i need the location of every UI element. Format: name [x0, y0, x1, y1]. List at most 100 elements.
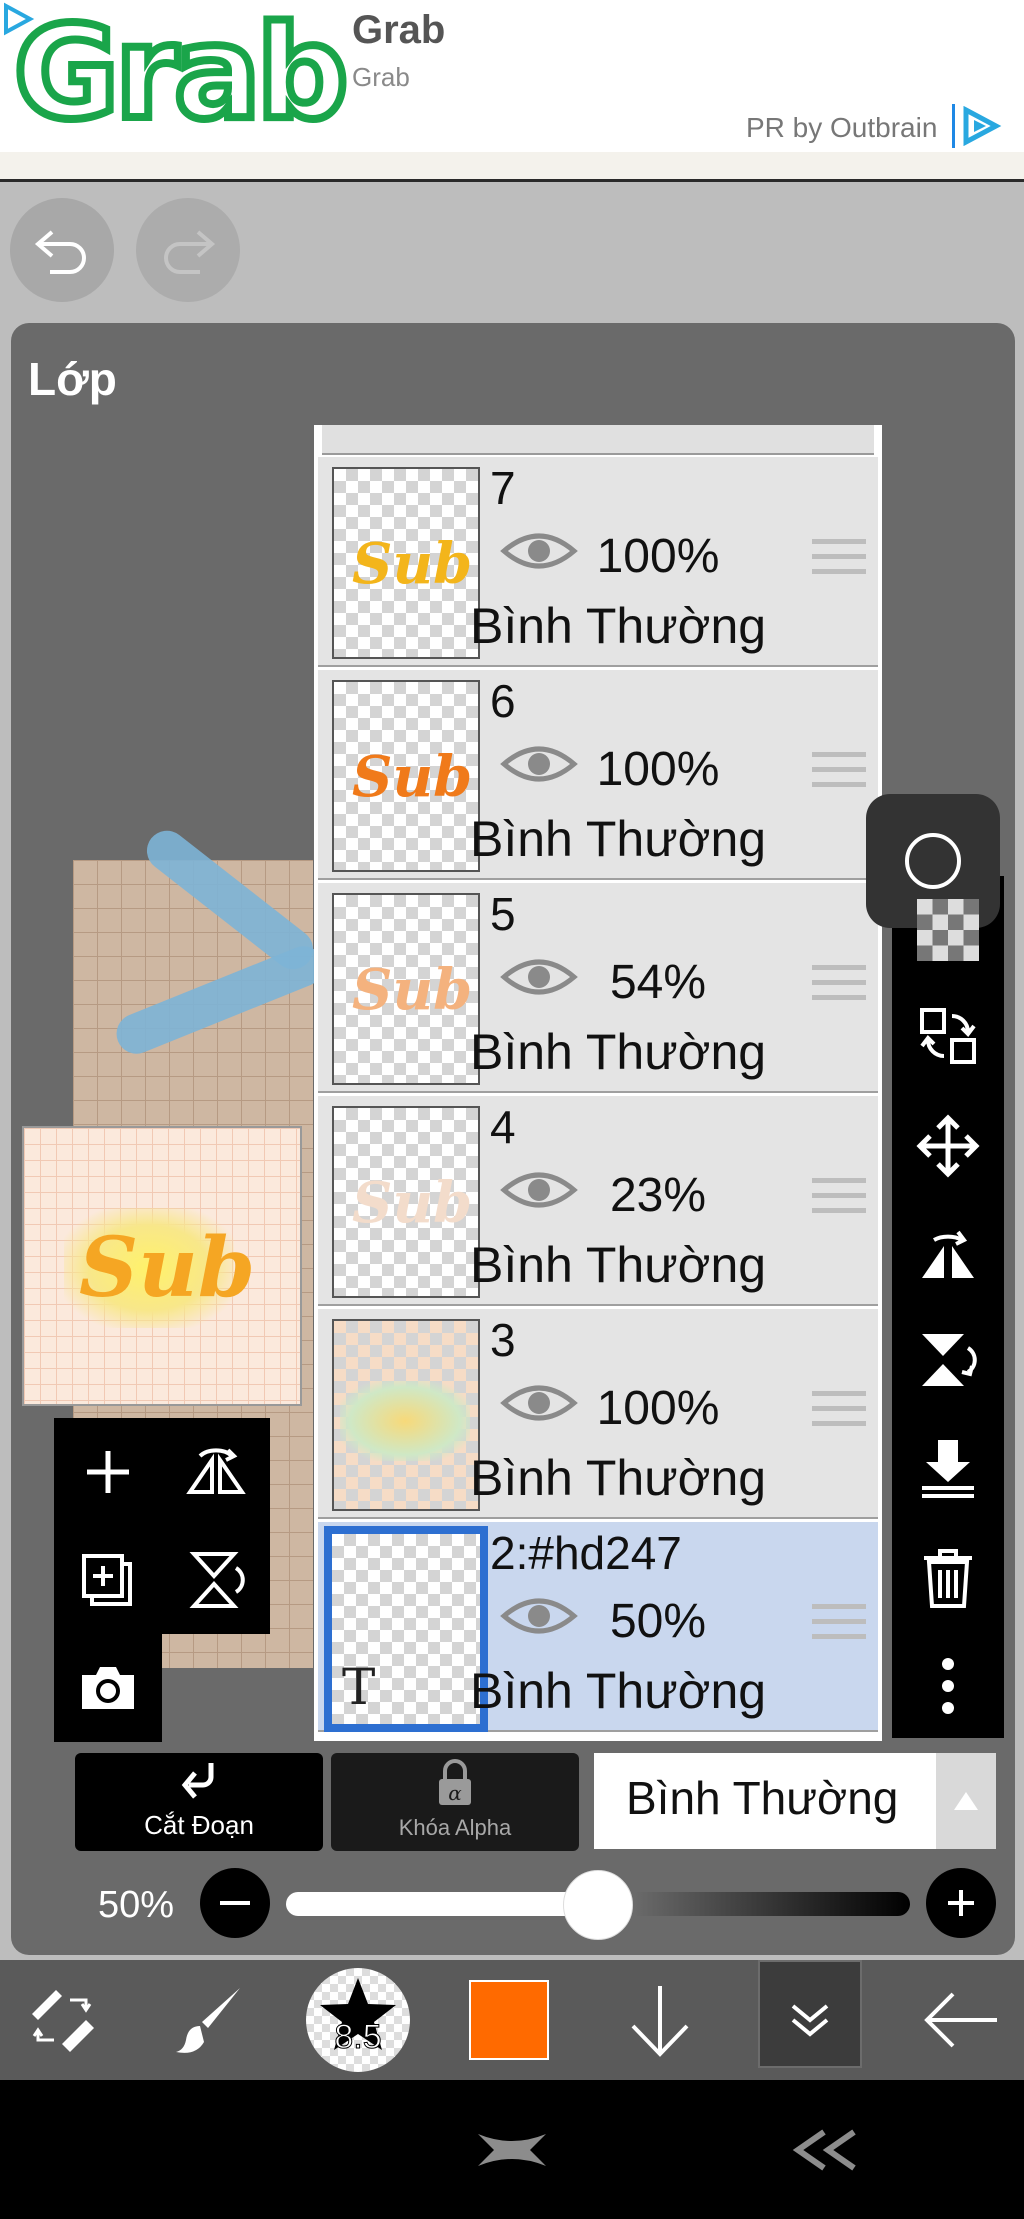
color-swatch: [469, 1980, 549, 2060]
system-navigation-bar: [0, 2080, 1024, 2219]
layer-row[interactable]: Sub 5 54% Bình Thường: [318, 883, 878, 1093]
brush-size-button[interactable]: 8.5: [306, 1960, 410, 2080]
layer-blend-mode[interactable]: Bình Thường: [470, 810, 766, 868]
opacity-slider-thumb[interactable]: [563, 1870, 633, 1940]
camera-icon: [82, 1667, 134, 1709]
add-layer-button[interactable]: [54, 1418, 162, 1526]
layer-thumbnail[interactable]: Sub: [332, 893, 480, 1085]
move-down-button[interactable]: [612, 1960, 708, 2080]
more-options-button[interactable]: [892, 1646, 1004, 1726]
ad-separator: [952, 104, 955, 148]
flip-vertical-side-button[interactable]: [892, 1320, 1004, 1400]
flip-horizontal-side-button[interactable]: [892, 1214, 1004, 1294]
flip-horizontal-icon: [186, 1448, 246, 1494]
selection-tool-button[interactable]: [12, 1960, 112, 2080]
dismiss-icon[interactable]: [472, 2128, 552, 2172]
delete-layer-button[interactable]: [892, 1538, 1004, 1618]
ad-title[interactable]: Grab: [352, 8, 445, 53]
flip-horizontal-button[interactable]: [162, 1418, 270, 1526]
layer-opacity: 50%: [609, 1595, 707, 1648]
flip-horizontal-icon: [922, 1230, 974, 1278]
layer-thumbnail[interactable]: Sub: [332, 680, 480, 872]
layer-thumbnail[interactable]: [332, 1319, 480, 1511]
blend-mode-select[interactable]: Bình Thường: [594, 1753, 936, 1849]
eye-icon[interactable]: [500, 527, 578, 575]
eye-icon[interactable]: [500, 740, 578, 788]
transform-icon: [920, 1008, 976, 1064]
brush-size-value: 8.5: [334, 2018, 382, 2057]
ad-banner[interactable]: Grab Grab Grab PR by Outbrain: [0, 0, 1024, 152]
layer-opacity: 100%: [596, 530, 720, 583]
more-vertical-icon: [942, 1658, 954, 1714]
drag-handle-icon[interactable]: [812, 752, 866, 797]
drag-handle-icon[interactable]: [812, 539, 866, 584]
arrow-left-icon: [924, 1992, 997, 2048]
ad-pr-label[interactable]: PR by Outbrain: [746, 112, 937, 144]
layers-button[interactable]: [758, 1960, 862, 2080]
move-button[interactable]: [892, 1106, 1004, 1186]
clipping-button[interactable]: Cắt Đoạn: [75, 1753, 323, 1851]
duplicate-icon: [82, 1554, 132, 1606]
layer-blend-mode[interactable]: Bình Thường: [470, 597, 766, 655]
drag-handle-icon[interactable]: [812, 1604, 866, 1649]
flip-vertical-button[interactable]: [162, 1526, 270, 1634]
layer-thumbnail[interactable]: T: [324, 1526, 488, 1732]
camera-button[interactable]: [54, 1634, 162, 1742]
layer-opacity: 23%: [609, 1169, 707, 1222]
layer-name: 7: [490, 462, 516, 514]
ad-subtitle: Grab: [352, 62, 410, 92]
eye-icon[interactable]: [500, 953, 578, 1001]
clip-arrow-icon: [181, 1763, 214, 1799]
color-swatch-button[interactable]: [468, 1960, 550, 2080]
layer-blend-mode[interactable]: Bình Thường: [470, 1662, 766, 1720]
redo-button[interactable]: [136, 198, 240, 302]
circle-icon: [905, 833, 961, 889]
alpha-lock-button[interactable]: α Khóa Alpha: [331, 1753, 579, 1851]
eraser-transform-icon: [32, 1990, 94, 2052]
layer-list[interactable]: Sub 7 100% Bình Thường Sub 6 100% Bình T…: [314, 425, 882, 1741]
layer-row-partial: [322, 425, 874, 455]
layer-blend-mode[interactable]: Bình Thường: [470, 1023, 766, 1081]
layer-name: 5: [490, 888, 516, 940]
layer-thumbnail[interactable]: Sub: [332, 1106, 480, 1298]
chevron-double-down-icon: [791, 2004, 829, 2037]
drag-handle-icon[interactable]: [812, 1391, 866, 1436]
outbrain-icon[interactable]: [960, 106, 1002, 146]
eye-icon[interactable]: [500, 1592, 578, 1640]
transform-button[interactable]: [892, 996, 1004, 1076]
opacity-increase-button[interactable]: [926, 1868, 996, 1938]
merge-down-button[interactable]: [892, 1428, 1004, 1508]
merge-down-icon: [922, 1440, 974, 1498]
arrow-down-icon: [631, 1986, 689, 2057]
layer-name: 6: [490, 675, 516, 727]
move-icon: [916, 1114, 980, 1178]
transparency-button[interactable]: [892, 890, 1004, 970]
blend-mode-dropdown[interactable]: [936, 1753, 996, 1849]
plus-icon: [87, 1451, 129, 1493]
thumbnail-art: Sub: [352, 531, 473, 597]
canvas-preview[interactable]: Sub: [22, 1126, 302, 1406]
eye-icon[interactable]: [500, 1166, 578, 1214]
duplicate-layer-button[interactable]: [54, 1526, 162, 1634]
opacity-decrease-button[interactable]: [200, 1868, 270, 1938]
undo-button[interactable]: [10, 198, 114, 302]
back-button[interactable]: [908, 1960, 1014, 2080]
layer-blend-mode[interactable]: Bình Thường: [470, 1449, 766, 1507]
layer-row-selected[interactable]: T 2:#hd247 50% Bình Thường: [318, 1522, 878, 1732]
brush-tool-button[interactable]: [160, 1960, 260, 2080]
triangle-up-icon: [954, 1792, 978, 1810]
drag-handle-icon[interactable]: [812, 1178, 866, 1223]
eye-icon[interactable]: [500, 1379, 578, 1427]
layer-row[interactable]: Sub 7 100% Bình Thường: [318, 457, 878, 667]
layer-opacity: 100%: [596, 1382, 720, 1435]
layer-row[interactable]: Sub 6 100% Bình Thường: [318, 670, 878, 880]
thumbnail-art: Sub: [352, 957, 473, 1023]
layer-row[interactable]: 3 100% Bình Thường: [318, 1309, 878, 1519]
layer-row[interactable]: Sub 4 23% Bình Thường: [318, 1096, 878, 1306]
drag-handle-icon[interactable]: [812, 965, 866, 1010]
chevron-double-left-icon[interactable]: [790, 2128, 860, 2172]
flip-vertical-icon: [189, 1552, 245, 1608]
layer-blend-mode[interactable]: Bình Thường: [470, 1236, 766, 1294]
layer-thumbnail[interactable]: Sub: [332, 467, 480, 659]
trash-icon: [924, 1549, 972, 1608]
